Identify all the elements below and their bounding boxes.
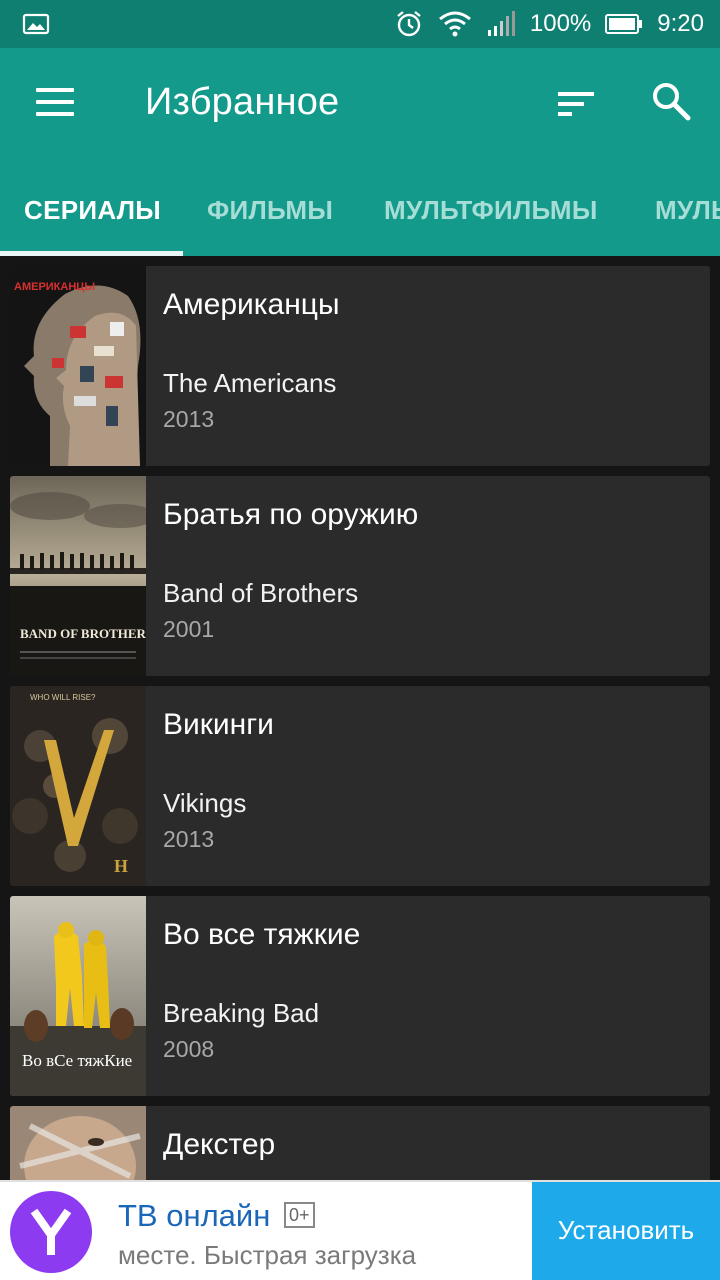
menu-icon[interactable] <box>36 88 76 120</box>
poster-image: WHO WILL RISE? H <box>10 686 146 886</box>
item-title: Американцы <box>163 288 340 321</box>
poster-image: BAND OF BROTHERS <box>10 476 146 676</box>
svg-text:H: H <box>114 856 128 876</box>
tab-cartoon-series[interactable]: МУЛЬ <box>655 160 720 256</box>
item-original-title: The Americans <box>163 368 337 398</box>
item-year: 2013 <box>163 826 215 852</box>
signal-icon <box>486 10 516 38</box>
poster-image: АМЕРИКАНЦЫ <box>10 266 146 466</box>
poster-caption: WHO WILL RISE? <box>30 693 96 702</box>
item-title: Во все тяжкие <box>163 918 361 951</box>
item-original-title: Breaking Bad <box>163 998 320 1028</box>
item-year: 2001 <box>163 616 215 642</box>
wifi-icon <box>438 9 472 39</box>
yandex-logo-icon <box>10 1191 92 1273</box>
page-title: Избранное <box>145 81 340 123</box>
ad-description: месте. Быстрая загрузка <box>118 1240 417 1270</box>
battery-icon <box>605 13 643 35</box>
alarm-icon <box>394 9 424 39</box>
item-title: Декстер <box>163 1128 276 1161</box>
item-title: Братья по оружию <box>163 498 419 531</box>
list-item[interactable]: WHO WILL RISE? H Викинги Vikings 2013 <box>10 686 710 886</box>
install-button[interactable]: Установить <box>532 1182 720 1280</box>
image-icon <box>22 12 50 36</box>
poster-caption: АМЕРИКАНЦЫ <box>14 281 95 293</box>
screen: 100% 9:20 Избранное СЕРИАЛЫ ФИЛЬМЫ МУЛЬТ… <box>0 0 720 1280</box>
tab-films[interactable]: ФИЛЬМЫ <box>207 160 333 256</box>
search-icon[interactable] <box>650 80 692 122</box>
age-rating-badge: 0+ <box>284 1202 315 1228</box>
item-title: Викинги <box>163 708 274 741</box>
tab-cartoons[interactable]: МУЛЬТФИЛЬМЫ <box>384 160 598 256</box>
item-year: 2013 <box>163 406 215 432</box>
list-item[interactable]: Декстер <box>10 1106 710 1180</box>
clock: 9:20 <box>657 10 704 37</box>
ad-title[interactable]: ТВ онлайн <box>118 1198 270 1234</box>
poster-image <box>10 1106 146 1180</box>
tab-bar: СЕРИАЛЫ ФИЛЬМЫ МУЛЬТФИЛЬМЫ МУЛЬ <box>0 160 720 256</box>
status-bar: 100% 9:20 <box>0 0 720 48</box>
item-original-title: Band of Brothers <box>163 578 359 608</box>
battery-percent: 100% <box>529 10 592 37</box>
poster-caption: Во вСе тяжКие <box>22 1051 132 1070</box>
item-original-title: Vikings <box>163 788 247 818</box>
list-item[interactable]: Во вСе тяжКие Во все тяжкие Breaking Bad… <box>10 896 710 1096</box>
app-bar: Избранное <box>0 48 720 160</box>
item-year: 2008 <box>163 1036 215 1062</box>
poster-image: Во вСе тяжКие <box>10 896 146 1096</box>
sort-icon[interactable] <box>556 86 596 122</box>
favorites-list: АМЕРИКАНЦЫ Американцы The Americans 2013 <box>0 256 720 1180</box>
tab-serials[interactable]: СЕРИАЛЫ <box>24 160 161 256</box>
list-item[interactable]: АМЕРИКАНЦЫ Американцы The Americans 2013 <box>10 266 710 466</box>
list-item[interactable]: BAND OF BROTHERS Братья по оружию Band o… <box>10 476 710 676</box>
poster-caption: BAND OF BROTHERS <box>20 626 146 641</box>
ad-banner[interactable]: ТВ онлайн 0+ месте. Быстрая загрузка Уст… <box>0 1180 720 1280</box>
